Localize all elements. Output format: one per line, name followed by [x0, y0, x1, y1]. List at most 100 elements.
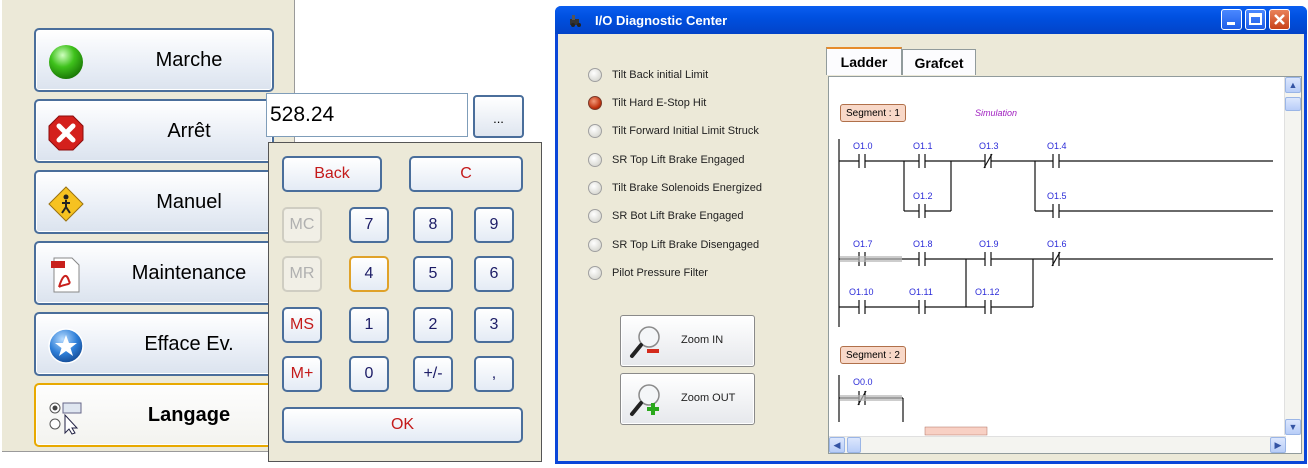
contact-label: O1.3: [979, 141, 999, 151]
io-diagnostic-window: I/O Diagnostic Center Tilt Back initial …: [555, 6, 1307, 464]
key-0[interactable]: 0: [349, 356, 389, 392]
clear-key[interactable]: C: [409, 156, 523, 192]
contact-label: O1.0: [853, 141, 873, 151]
memory-recall-key[interactable]: MR: [282, 256, 322, 292]
green-circle-icon: [49, 45, 83, 79]
langage-label: Langage: [147, 403, 231, 426]
status-item: SR Bot Lift Brake Engaged: [588, 208, 743, 224]
blue-star-icon: [48, 328, 84, 364]
scroll-up-button[interactable]: ▲: [1285, 77, 1301, 93]
tab-ladder[interactable]: Ladder: [826, 47, 902, 75]
contact-label: O1.4: [1047, 141, 1067, 151]
calculator-display[interactable]: 528.24: [266, 93, 468, 137]
manuel-button[interactable]: Manuel: [34, 170, 274, 234]
status-led-icon: [588, 153, 602, 167]
minimize-button[interactable]: [1221, 9, 1242, 30]
key-7[interactable]: 7: [349, 207, 389, 243]
zoom-out-label: Zoom OUT: [681, 392, 736, 404]
key-4[interactable]: 4: [349, 256, 389, 292]
main-menu-panel: Marche Arrêt Manuel Maintenance Efface E…: [2, 0, 295, 452]
contact-label: O1.8: [913, 239, 933, 249]
marche-button[interactable]: Marche: [34, 28, 274, 92]
close-icon: [1274, 14, 1285, 25]
contact-label: O1.1: [913, 141, 933, 151]
contact-label: O1.5: [1047, 191, 1067, 201]
contact-label: O1.11: [909, 287, 933, 297]
contact-label: O1.7: [853, 239, 873, 249]
marche-label: Marche: [155, 48, 223, 71]
status-item: Tilt Hard E-Stop Hit: [588, 95, 706, 111]
memory-store-key[interactable]: MS: [282, 307, 322, 343]
key-9[interactable]: 9: [474, 207, 514, 243]
status-led-icon: [588, 238, 602, 252]
back-key[interactable]: Back: [282, 156, 382, 192]
stop-x-icon: [48, 115, 84, 151]
memory-clear-key[interactable]: MC: [282, 207, 322, 243]
status-led-icon: [588, 181, 602, 195]
contact-label: O1.9: [979, 239, 999, 249]
segment-2-label: Segment : 2: [840, 346, 906, 364]
contact-label: O1.6: [1047, 239, 1067, 249]
contact-label: O0.0: [853, 377, 873, 387]
decimal-key[interactable]: ,: [474, 356, 514, 392]
status-item: Tilt Forward Initial Limit Struck: [588, 123, 759, 139]
arret-button[interactable]: Arrêt: [34, 99, 274, 163]
key-1[interactable]: 1: [349, 307, 389, 343]
memory-add-key[interactable]: M+: [282, 356, 322, 392]
status-item: SR Top Lift Brake Disengaged: [588, 237, 759, 253]
efface-ev-label: Efface Ev.: [144, 332, 234, 355]
zoom-out-button[interactable]: Zoom OUT: [620, 373, 755, 425]
scroll-left-button[interactable]: ◀: [829, 437, 845, 453]
scroll-down-button[interactable]: ▼: [1285, 419, 1301, 435]
maximize-button[interactable]: [1245, 9, 1266, 30]
app-icon: [570, 15, 581, 27]
pdf-document-icon: [51, 257, 80, 293]
minimize-icon: [1227, 22, 1235, 25]
status-led-icon: [588, 266, 602, 280]
key-3[interactable]: 3: [474, 307, 514, 343]
scroll-right-button[interactable]: ▶: [1270, 437, 1286, 453]
status-led-icon: [588, 68, 602, 82]
manuel-label: Manuel: [156, 190, 222, 213]
ok-key[interactable]: OK: [282, 407, 523, 443]
zoom-out-icon: [630, 384, 660, 416]
horizontal-scrollbar[interactable]: ◀ ▶: [829, 436, 1286, 453]
radio-cursor-icon: [49, 402, 82, 435]
zoom-in-icon: [630, 326, 660, 358]
langage-button[interactable]: Langage: [34, 383, 274, 447]
key-5[interactable]: 5: [413, 256, 453, 292]
window-title: I/O Diagnostic Center: [595, 13, 728, 28]
calculator-keypad: Back C MC 7 8 9 MR 4 5 6 MS 1 2 3 M+ 0 +…: [268, 142, 542, 462]
status-item: Tilt Brake Solenoids Energized: [588, 180, 762, 196]
status-led-icon: [588, 209, 602, 223]
calculator-more-button[interactable]: ...: [473, 95, 524, 138]
ladder-rungs: [838, 139, 1273, 436]
status-item: Pilot Pressure Filter: [588, 265, 708, 281]
contact-label: O1.12: [975, 287, 1000, 297]
key-2[interactable]: 2: [413, 307, 453, 343]
zoom-in-label: Zoom IN: [681, 334, 724, 346]
key-8[interactable]: 8: [413, 207, 453, 243]
tab-grafcet[interactable]: Grafcet: [902, 49, 976, 75]
maintenance-label: Maintenance: [131, 261, 247, 284]
scroll-thumb[interactable]: [1285, 97, 1301, 111]
scroll-thumb[interactable]: [847, 437, 861, 453]
pedestrian-sign-icon: [48, 186, 84, 222]
vertical-scrollbar[interactable]: ▲ ▼: [1284, 77, 1301, 435]
close-button[interactable]: [1269, 9, 1290, 30]
contact-label: O1.2: [913, 191, 933, 201]
zoom-in-button[interactable]: Zoom IN: [620, 315, 755, 367]
maintenance-button[interactable]: Maintenance: [34, 241, 274, 305]
window-titlebar[interactable]: I/O Diagnostic Center: [555, 6, 1307, 34]
sign-toggle-key[interactable]: +/-: [413, 356, 453, 392]
status-item: SR Top Lift Brake Engaged: [588, 152, 745, 168]
status-item: Tilt Back initial Limit: [588, 67, 708, 83]
arret-label: Arrêt: [167, 119, 211, 142]
efface-ev-button[interactable]: Efface Ev.: [34, 312, 274, 376]
contact-label: O1.10: [849, 287, 874, 297]
maximize-icon: [1249, 13, 1262, 25]
status-led-active-icon: [588, 96, 602, 110]
ladder-diagram-canvas[interactable]: Segment : 1 Simulation O1.0 O1.1 O1.3 O1…: [828, 76, 1302, 454]
status-led-icon: [588, 124, 602, 138]
key-6[interactable]: 6: [474, 256, 514, 292]
